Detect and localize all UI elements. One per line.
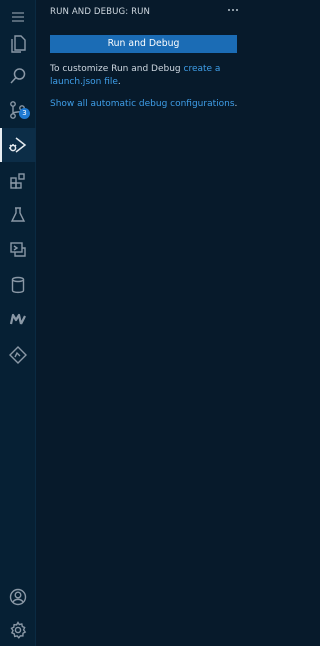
show-all-debug-configurations-link[interactable]: Show all automatic debug configurations <box>50 99 235 109</box>
search-icon[interactable] <box>0 59 36 93</box>
show-suffix: . <box>234 99 238 109</box>
source-control-badge: 3 <box>19 108 30 119</box>
deploy-icon[interactable] <box>0 338 36 372</box>
remote-explorer-icon[interactable] <box>0 232 36 266</box>
activity-bar: 3 <box>0 0 36 646</box>
show-configurations-row: Show all automatic debug configurations. <box>50 98 237 111</box>
run-debug-icon[interactable] <box>0 128 36 162</box>
run-debug-sidebar: RUN AND DEBUG: RUN Run and Debug To cust… <box>36 0 246 646</box>
sidebar-title: RUN AND DEBUG: RUN <box>50 7 151 17</box>
extensions-icon[interactable] <box>0 164 36 198</box>
testing-icon[interactable] <box>0 198 36 232</box>
settings-gear-icon[interactable] <box>0 613 36 646</box>
info-prefix: To customize Run and Debug <box>50 64 181 74</box>
explorer-icon[interactable] <box>0 26 36 60</box>
database-icon[interactable] <box>0 268 36 302</box>
info-suffix: . <box>117 77 121 87</box>
source-control-icon[interactable]: 3 <box>0 93 36 127</box>
customize-info-text: To customize Run and Debug create a laun… <box>50 63 236 89</box>
ellipsis-icon <box>228 9 238 11</box>
more-actions-button[interactable] <box>226 3 240 17</box>
markdown-icon[interactable] <box>0 302 36 336</box>
account-icon[interactable] <box>0 580 36 614</box>
run-and-debug-button[interactable]: Run and Debug <box>50 35 237 53</box>
